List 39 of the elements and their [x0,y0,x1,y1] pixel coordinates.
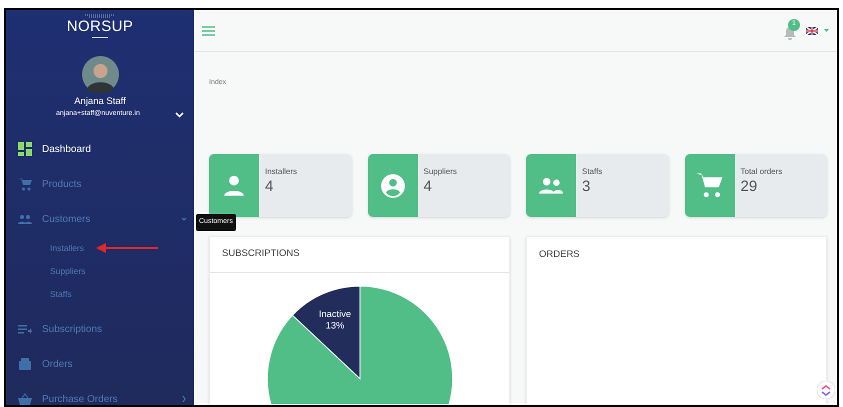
sidebar-item[interactable]: Products [6,166,194,202]
stat-value: 3 [582,178,592,196]
help-widget-icon[interactable] [817,381,835,399]
dashboard-icon [18,142,32,156]
sidebar-item[interactable]: Orders [6,346,194,382]
sidebar-subitem[interactable]: Staffs [50,288,72,301]
panel-title: SUBSCRIPTIONS [222,247,300,262]
slice-label: Inactive 13% [318,309,352,330]
stat-label: Staffs [582,166,602,178]
sidebar-item[interactable]: Customers [6,202,194,237]
stat-value: 4 [265,178,274,196]
sidebar-item[interactable]: Dashboard [6,132,194,167]
list-icon [18,322,32,336]
user-name: Anjana Staff [74,95,126,109]
basket-icon [18,392,32,405]
chevron-down-icon[interactable] [175,112,184,118]
sidebar-item[interactable]: Purchase Orders [6,382,194,405]
logo: NORSUP [66,18,134,36]
caret-icon[interactable] [824,29,829,32]
sidebar-subitem[interactable]: Suppliers [50,264,86,278]
stat-label: Total orders [740,166,782,178]
cart-icon [694,170,724,200]
logo-ornament-icon [85,14,115,18]
sidebar-item[interactable]: Subscriptions [6,312,194,347]
account-circle-icon [380,172,406,198]
package-icon [18,357,32,372]
panel-title: ORDERS [539,248,580,262]
avatar [82,56,118,93]
stat-value: 29 [740,178,758,196]
stat-value: 4 [424,178,433,196]
people-icon [18,212,32,226]
cart-icon [18,177,32,192]
logo-underline-icon [92,36,108,39]
uk-flag-icon[interactable] [806,26,818,34]
sidebar-subitem[interactable]: Installers [50,242,84,255]
stat-label: Installers [265,166,298,178]
annotation-arrow [96,243,158,254]
stat-label: Suppliers [424,166,457,178]
menu-icon[interactable] [202,26,215,36]
